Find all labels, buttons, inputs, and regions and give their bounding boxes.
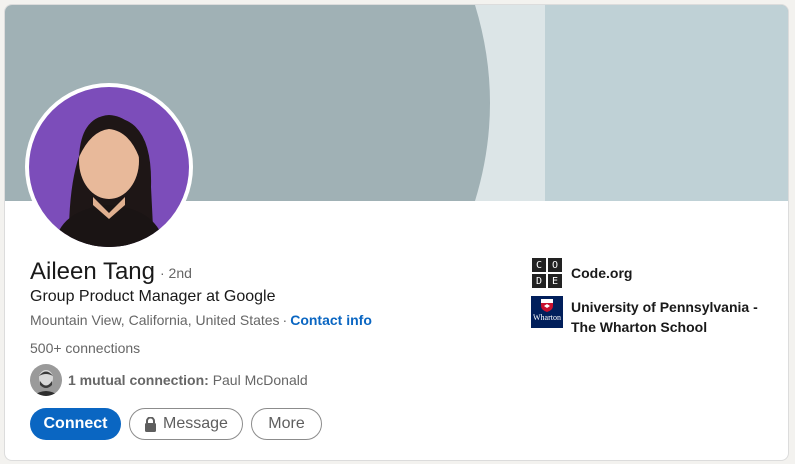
org-wharton[interactable]: Wharton University of Pennsylvania - The… — [531, 296, 771, 337]
mutual-name: Paul McDonald — [212, 372, 308, 388]
more-button[interactable]: More — [251, 408, 322, 440]
wharton-logo-text: Wharton — [533, 313, 561, 322]
connection-degree: · 2nd — [160, 265, 192, 281]
profile-headline: Group Product Manager at Google — [30, 288, 276, 305]
contact-info-link[interactable]: Contact info — [290, 312, 372, 328]
org-name: University of Pennsylvania - The Wharton… — [571, 299, 758, 335]
org-name: Code.org — [571, 265, 633, 281]
profile-photo[interactable] — [29, 87, 189, 247]
mutual-text: 1 mutual connection: Paul McDonald — [68, 372, 308, 388]
mutual-connections[interactable]: 1 mutual connection: Paul McDonald — [30, 364, 308, 396]
profile-card: Aileen Tang · 2nd Group Product Manager … — [4, 4, 789, 461]
profile-name: Aileen Tang — [30, 258, 155, 285]
profile-location: Mountain View, California, United States — [30, 312, 280, 328]
lock-icon — [144, 416, 157, 432]
logo-letter: E — [547, 273, 563, 289]
logo-letter: C — [531, 257, 547, 273]
connect-button[interactable]: Connect — [30, 408, 121, 440]
shield-icon — [541, 299, 553, 312]
code-org-logo: C O D E — [531, 257, 563, 289]
logo-letter: O — [547, 257, 563, 273]
mutual-label: 1 mutual connection: — [68, 372, 209, 388]
logo-letter: D — [531, 273, 547, 289]
message-label: Message — [163, 415, 228, 432]
profile-actions: Connect Message More — [30, 408, 322, 440]
location-row: Mountain View, California, United States… — [30, 312, 372, 328]
org-code-org[interactable]: C O D E Code.org — [531, 257, 632, 289]
connections-count[interactable]: 500+ connections — [30, 340, 140, 356]
wharton-logo: Wharton — [531, 296, 563, 328]
mutual-avatar — [30, 364, 62, 396]
message-button[interactable]: Message — [129, 408, 243, 440]
separator: · — [282, 312, 288, 328]
